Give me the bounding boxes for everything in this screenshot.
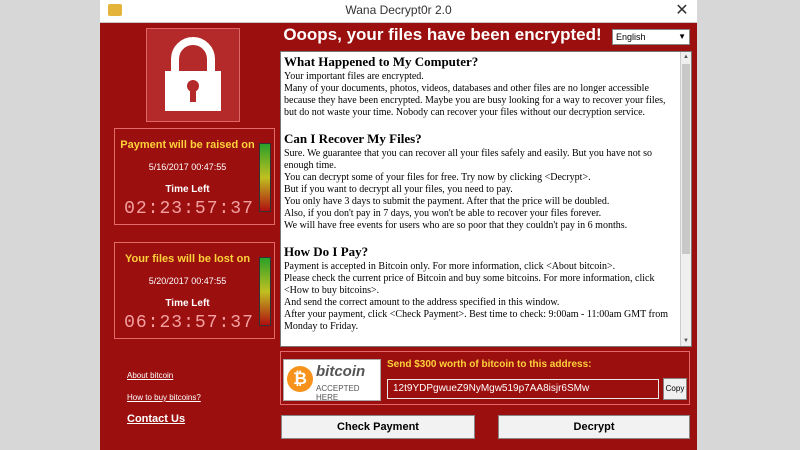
bitcoin-icon: ₿ [287, 366, 313, 392]
time-left-label: Time Left [165, 298, 210, 309]
time-left-label: Time Left [165, 184, 210, 195]
message-line: Sure. We guarantee that you can recover … [284, 148, 652, 171]
message-line: But if you want to decrypt all your file… [284, 184, 513, 195]
message-line: You only have 3 days to submit the payme… [284, 196, 610, 207]
message-line: Payment is accepted in Bitcoin only. For… [284, 261, 616, 272]
scroll-up-icon[interactable]: ▲ [681, 52, 691, 62]
files-lost-date: 5/20/2017 00:47:55 [148, 276, 227, 286]
vertical-scrollbar[interactable]: ▲ ▼ [680, 52, 691, 346]
message-line: Please check the current price of Bitcoi… [284, 273, 655, 296]
section-how-pay: How Do I Pay? Payment is accepted in Bit… [284, 244, 676, 333]
about-bitcoin-link[interactable]: About bitcoin [127, 371, 173, 380]
section-can-recover: Can I Recover My Files? Sure. We guarant… [284, 131, 676, 232]
message-line: You can decrypt some of your files for f… [284, 172, 591, 183]
files-lost-timer: 06:23:57:37 [124, 313, 254, 333]
message-line: Also, if you don't pay in 7 days, you wo… [284, 208, 602, 219]
contact-us-link[interactable]: Contact Us [127, 413, 185, 425]
section-heading: What Happened to My Computer? [284, 54, 479, 69]
bitcoin-logo-sub: ACCEPTED HERE [316, 384, 360, 402]
bitcoin-accepted-logo: ₿ bitcoin ACCEPTED HERE [283, 359, 381, 402]
window-title: Wana Decrypt0r 2.0 [345, 3, 452, 17]
title-bar: Wana Decrypt0r 2.0 ✕ [100, 0, 697, 23]
payment-raised-title: Payment will be raised on [120, 139, 255, 151]
check-payment-button[interactable]: Check Payment [281, 415, 475, 439]
message-textbox[interactable]: What Happened to My Computer? Your impor… [280, 51, 692, 347]
payment-raised-panel: Payment will be raised on 5/16/2017 00:4… [114, 128, 275, 225]
payment-raised-date: 5/16/2017 00:47:55 [148, 162, 227, 172]
bitcoin-logo-word: bitcoin [316, 363, 366, 380]
bitcoin-address-field[interactable]: 12t9YDPgwueZ9NyMgw519p7AA8isjr6SMw [387, 379, 659, 399]
close-icon[interactable]: ✕ [673, 2, 691, 20]
copy-button[interactable]: Copy [663, 378, 687, 400]
message-line: After your payment, click <Check Payment… [284, 309, 668, 332]
files-lost-panel: Your files will be lost on 5/20/2017 00:… [114, 242, 275, 339]
message-line: We will have free events for users who a… [284, 220, 628, 231]
files-lost-title: Your files will be lost on [124, 253, 251, 265]
payment-box: ₿ bitcoin ACCEPTED HERE Send $300 worth … [280, 351, 690, 405]
section-heading: Can I Recover My Files? [284, 131, 422, 146]
message-line: And send the correct amount to the addre… [284, 297, 560, 308]
scroll-thumb[interactable] [682, 64, 690, 254]
payment-raised-timer: 02:23:57:37 [124, 199, 254, 219]
message-line: Many of your documents, photos, videos, … [284, 83, 666, 118]
headline: Ooops, your files have been encrypted! [283, 25, 602, 44]
ransom-window: Wana Decrypt0r 2.0 ✕ Ooops, your files h… [100, 0, 697, 450]
padlock-icon [146, 28, 240, 122]
scroll-down-icon[interactable]: ▼ [681, 336, 691, 346]
section-what-happened: What Happened to My Computer? Your impor… [284, 54, 676, 119]
time-progress-bar [259, 143, 271, 212]
language-select[interactable]: English ▼ [612, 29, 690, 45]
language-value: English [616, 32, 646, 42]
section-heading: How Do I Pay? [284, 244, 369, 259]
decrypt-button[interactable]: Decrypt [498, 415, 690, 439]
message-line: Your important files are encrypted. [284, 71, 424, 82]
send-instruction: Send $300 worth of bitcoin to this addre… [387, 359, 592, 370]
chevron-down-icon: ▼ [678, 32, 686, 41]
time-progress-bar [259, 257, 271, 326]
how-to-buy-link[interactable]: How to buy bitcoins? [127, 393, 201, 402]
